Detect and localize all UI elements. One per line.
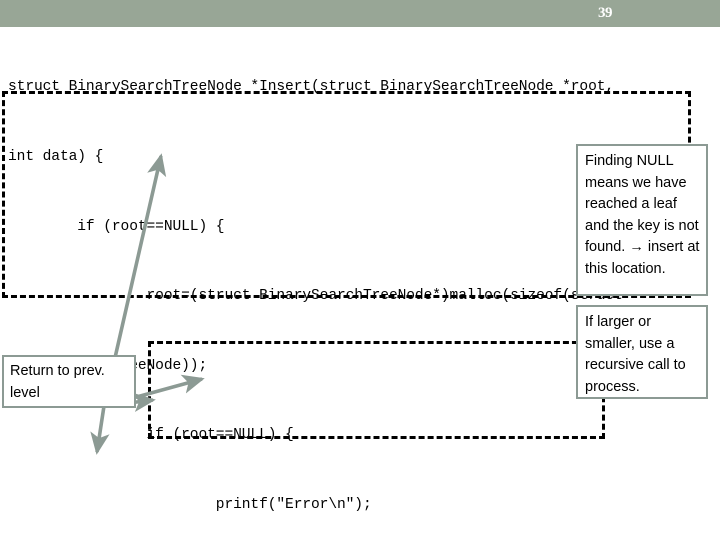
code-line: struct BinarySearchTreeNode *Insert(stru… (8, 79, 615, 96)
callout-recursive-call: If larger or smaller, use a recursive ca… (576, 305, 708, 399)
callout-finding-null-text: Finding NULL means we have reached a lea… (585, 153, 700, 277)
code-line: if (root==NULL) { (8, 427, 294, 444)
callout-recursive-call-text: If larger or smaller, use a recursive ca… (585, 314, 686, 395)
callout-finding-null: Finding NULL means we have reached a lea… (576, 144, 708, 296)
slide-canvas: 39 struct BinarySearchTreeNode *Insert(s… (0, 0, 720, 540)
code-line: printf("Error\n"); (8, 496, 372, 513)
page-number: 39 (598, 5, 613, 21)
callout-return-to-prev-level: Return to prev. level (2, 355, 136, 408)
callout-return-to-prev-level-text: Return to prev. level (10, 363, 105, 401)
